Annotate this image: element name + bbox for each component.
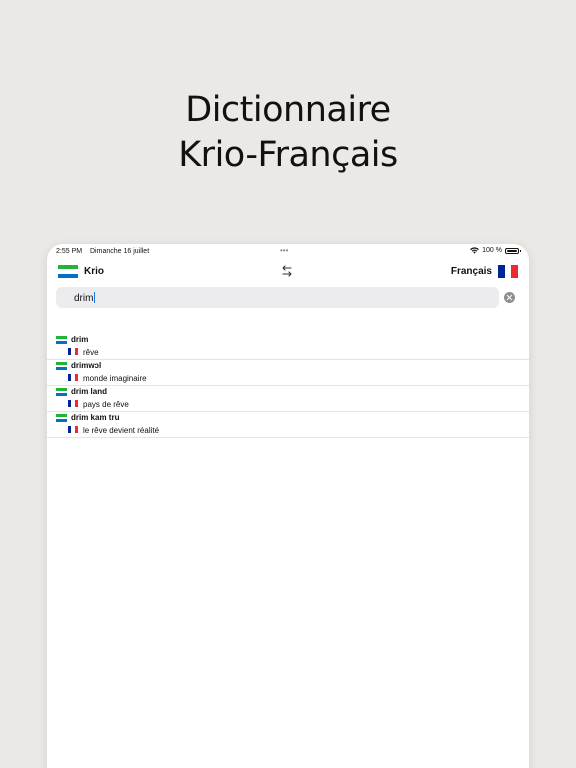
wifi-icon [470, 247, 480, 254]
target-language-label[interactable]: Français [451, 266, 492, 277]
sierra-leone-flag-icon [56, 414, 67, 423]
headline-line-1: Dictionnaire [185, 90, 391, 130]
list-item[interactable]: drim rêve [47, 334, 529, 360]
status-bar: 2:55 PM Dimanche 16 juillet ••• 100 % [47, 244, 529, 260]
results-list: drim rêve drimwɔl monde imaginaire drim … [47, 334, 529, 438]
result-term: drim kam tru [71, 413, 120, 422]
result-translation: rêve [83, 348, 99, 357]
sierra-leone-flag-icon [56, 336, 67, 345]
sierra-leone-flag-icon [56, 388, 67, 397]
list-item[interactable]: drim kam tru le rêve devient réalité [47, 412, 529, 438]
france-flag-icon [498, 265, 519, 278]
result-term: drim land [71, 387, 108, 396]
language-bar: Krio Français [47, 263, 529, 283]
multitasking-dots[interactable]: ••• [280, 246, 288, 255]
sierra-leone-flag-icon [56, 362, 67, 371]
search-query[interactable]: drim [74, 292, 96, 304]
search-input[interactable]: drim [56, 287, 499, 308]
swap-arrows-icon[interactable] [280, 264, 294, 278]
device-screen: 2:55 PM Dimanche 16 juillet ••• 100 % Kr… [47, 244, 529, 768]
battery-icon [505, 247, 521, 254]
battery-percentage: 100 % [482, 247, 502, 254]
result-term: drimwɔl [71, 361, 102, 370]
status-time: 2:55 PM [56, 248, 83, 255]
status-indicators: 100 % [470, 247, 521, 254]
result-translation: monde imaginaire [83, 374, 147, 383]
status-date: Dimanche 16 juillet [90, 248, 150, 255]
sierra-leone-flag-icon [58, 265, 78, 278]
france-flag-icon [68, 348, 78, 355]
france-flag-icon [68, 426, 78, 433]
list-item[interactable]: drim land pays de rêve [47, 386, 529, 412]
text-caret [94, 292, 96, 303]
list-item[interactable]: drimwɔl monde imaginaire [47, 360, 529, 386]
france-flag-icon [68, 400, 78, 407]
promo-headline: Dictionnaire Krio-Français [0, 88, 576, 178]
clear-icon[interactable] [504, 292, 515, 303]
headline-line-2: Krio-Français [178, 135, 398, 175]
france-flag-icon [68, 374, 78, 381]
result-term: drim [71, 335, 89, 344]
source-language-label[interactable]: Krio [84, 266, 104, 277]
result-translation: pays de rêve [83, 400, 129, 409]
result-translation: le rêve devient réalité [83, 426, 160, 435]
